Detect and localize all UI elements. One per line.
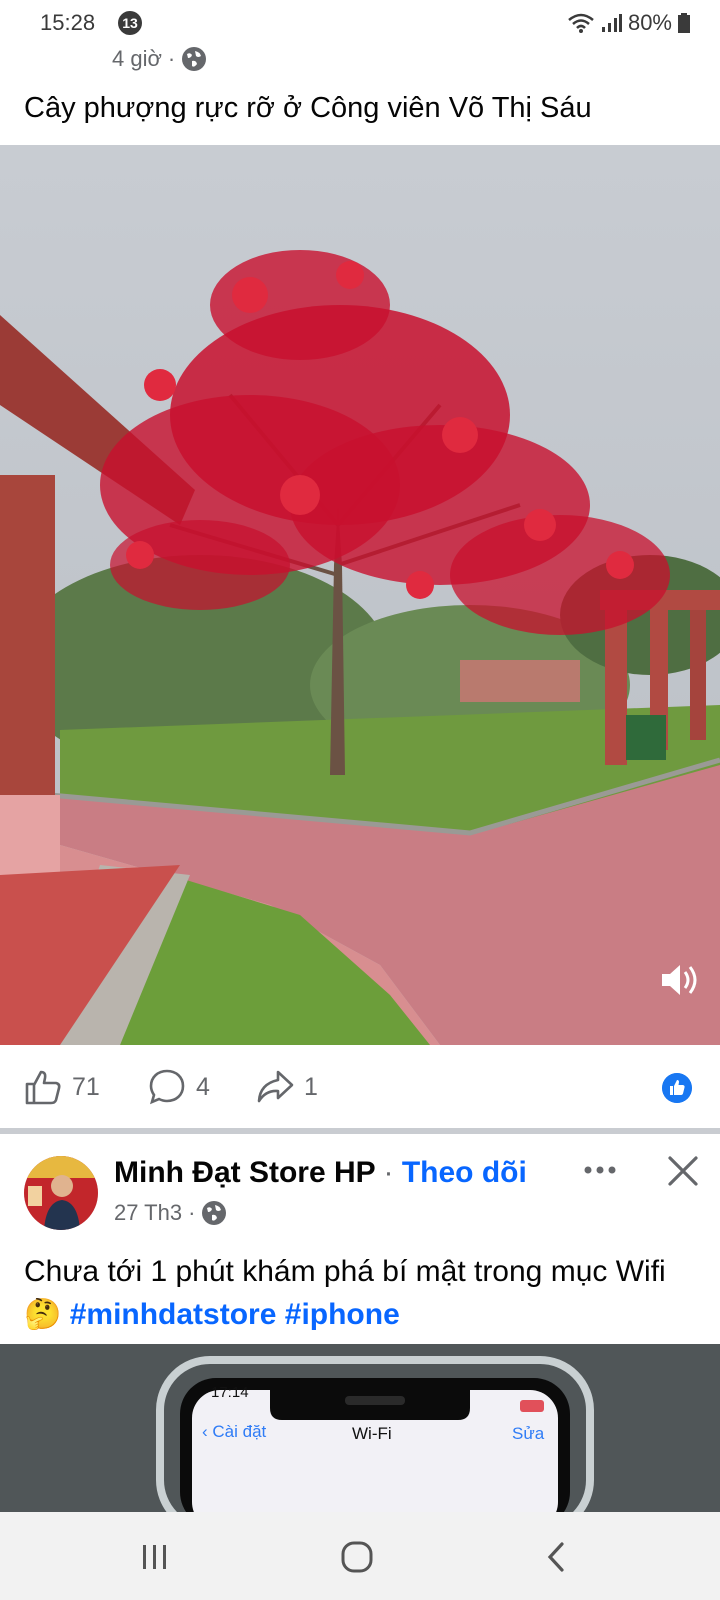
post2-header: Minh Đạt Store HP · Theo dõi — [114, 1156, 527, 1190]
comment-button[interactable]: 4 — [148, 1068, 210, 1106]
post1-video[interactable] — [0, 145, 720, 1045]
like-count: 71 — [72, 1072, 100, 1101]
post1-text: Cây phượng rực rỡ ở Công viên Võ Thị Sáu — [24, 92, 592, 124]
like-button[interactable]: 71 — [24, 1068, 100, 1106]
meta-separator: · — [188, 1200, 196, 1225]
share-button[interactable]: 1 — [256, 1068, 318, 1106]
globe-icon — [182, 47, 207, 71]
meta-separator: · — [167, 46, 176, 71]
post1-meta: 4 giờ · — [112, 46, 207, 72]
status-bar: 15:28 13 80% — [0, 0, 720, 46]
thinking-emoji: 🤔 — [24, 1298, 62, 1331]
like-reaction-icon[interactable] — [662, 1073, 692, 1103]
recent-apps-icon[interactable] — [140, 1542, 170, 1572]
post2-body: Chưa tới 1 phút khám phá bí mật trong mụ… — [24, 1255, 666, 1288]
phone-time: 17:14 — [211, 1384, 249, 1401]
status-time: 15:28 — [40, 10, 96, 35]
phone-title: Wi-Fi — [352, 1424, 392, 1443]
hashtag-minhdatstore[interactable]: #minhdatstore — [70, 1298, 277, 1331]
chevron-left-icon: ‹ — [202, 1422, 213, 1441]
share-icon — [257, 1070, 294, 1103]
notification-badge: 13 — [118, 11, 142, 35]
phone-back-label: Cài đặt — [212, 1422, 267, 1441]
share-count: 1 — [304, 1072, 318, 1101]
battery-icon — [678, 13, 690, 33]
comment-icon — [149, 1069, 185, 1105]
post2-meta: 27 Th3 · — [114, 1200, 227, 1226]
author-name[interactable]: Minh Đạt Store HP — [114, 1156, 375, 1189]
park-scene — [0, 145, 720, 1045]
like-icon — [25, 1070, 61, 1105]
globe-icon — [202, 1201, 227, 1225]
battery-percent: 80% — [627, 10, 672, 35]
avatar[interactable] — [24, 1156, 98, 1230]
back-icon[interactable] — [544, 1541, 568, 1573]
post2-time: 27 Th3 — [114, 1200, 183, 1225]
hashtag-iphone[interactable]: #iphone — [285, 1298, 400, 1331]
wifi-icon — [568, 13, 594, 33]
more-icon[interactable] — [582, 1160, 618, 1180]
avatar-image — [24, 1156, 98, 1230]
home-icon[interactable] — [340, 1540, 374, 1574]
speaker-icon[interactable] — [660, 962, 700, 998]
post2-text: Chưa tới 1 phút khám phá bí mật trong mụ… — [24, 1250, 704, 1336]
phone-edit-label: Sửa — [512, 1424, 545, 1443]
phone-back-link: ‹ Cài đặt — [202, 1422, 266, 1442]
post1-actions: 71 4 1 — [0, 1052, 720, 1122]
signal-icon — [601, 14, 622, 32]
post2-video[interactable]: 17:14 ‹ Cài đặt Wi-Fi Sửa — [0, 1344, 720, 1512]
system-nav-bar — [0, 1512, 720, 1600]
close-icon[interactable] — [666, 1154, 700, 1188]
post1-time: 4 giờ — [112, 46, 162, 71]
status-indicators: 80% — [568, 10, 690, 36]
feed-divider — [0, 1128, 720, 1134]
follow-button[interactable]: Theo dõi — [402, 1156, 527, 1189]
follow-separator: · — [383, 1156, 394, 1189]
comment-count: 4 — [196, 1072, 210, 1101]
